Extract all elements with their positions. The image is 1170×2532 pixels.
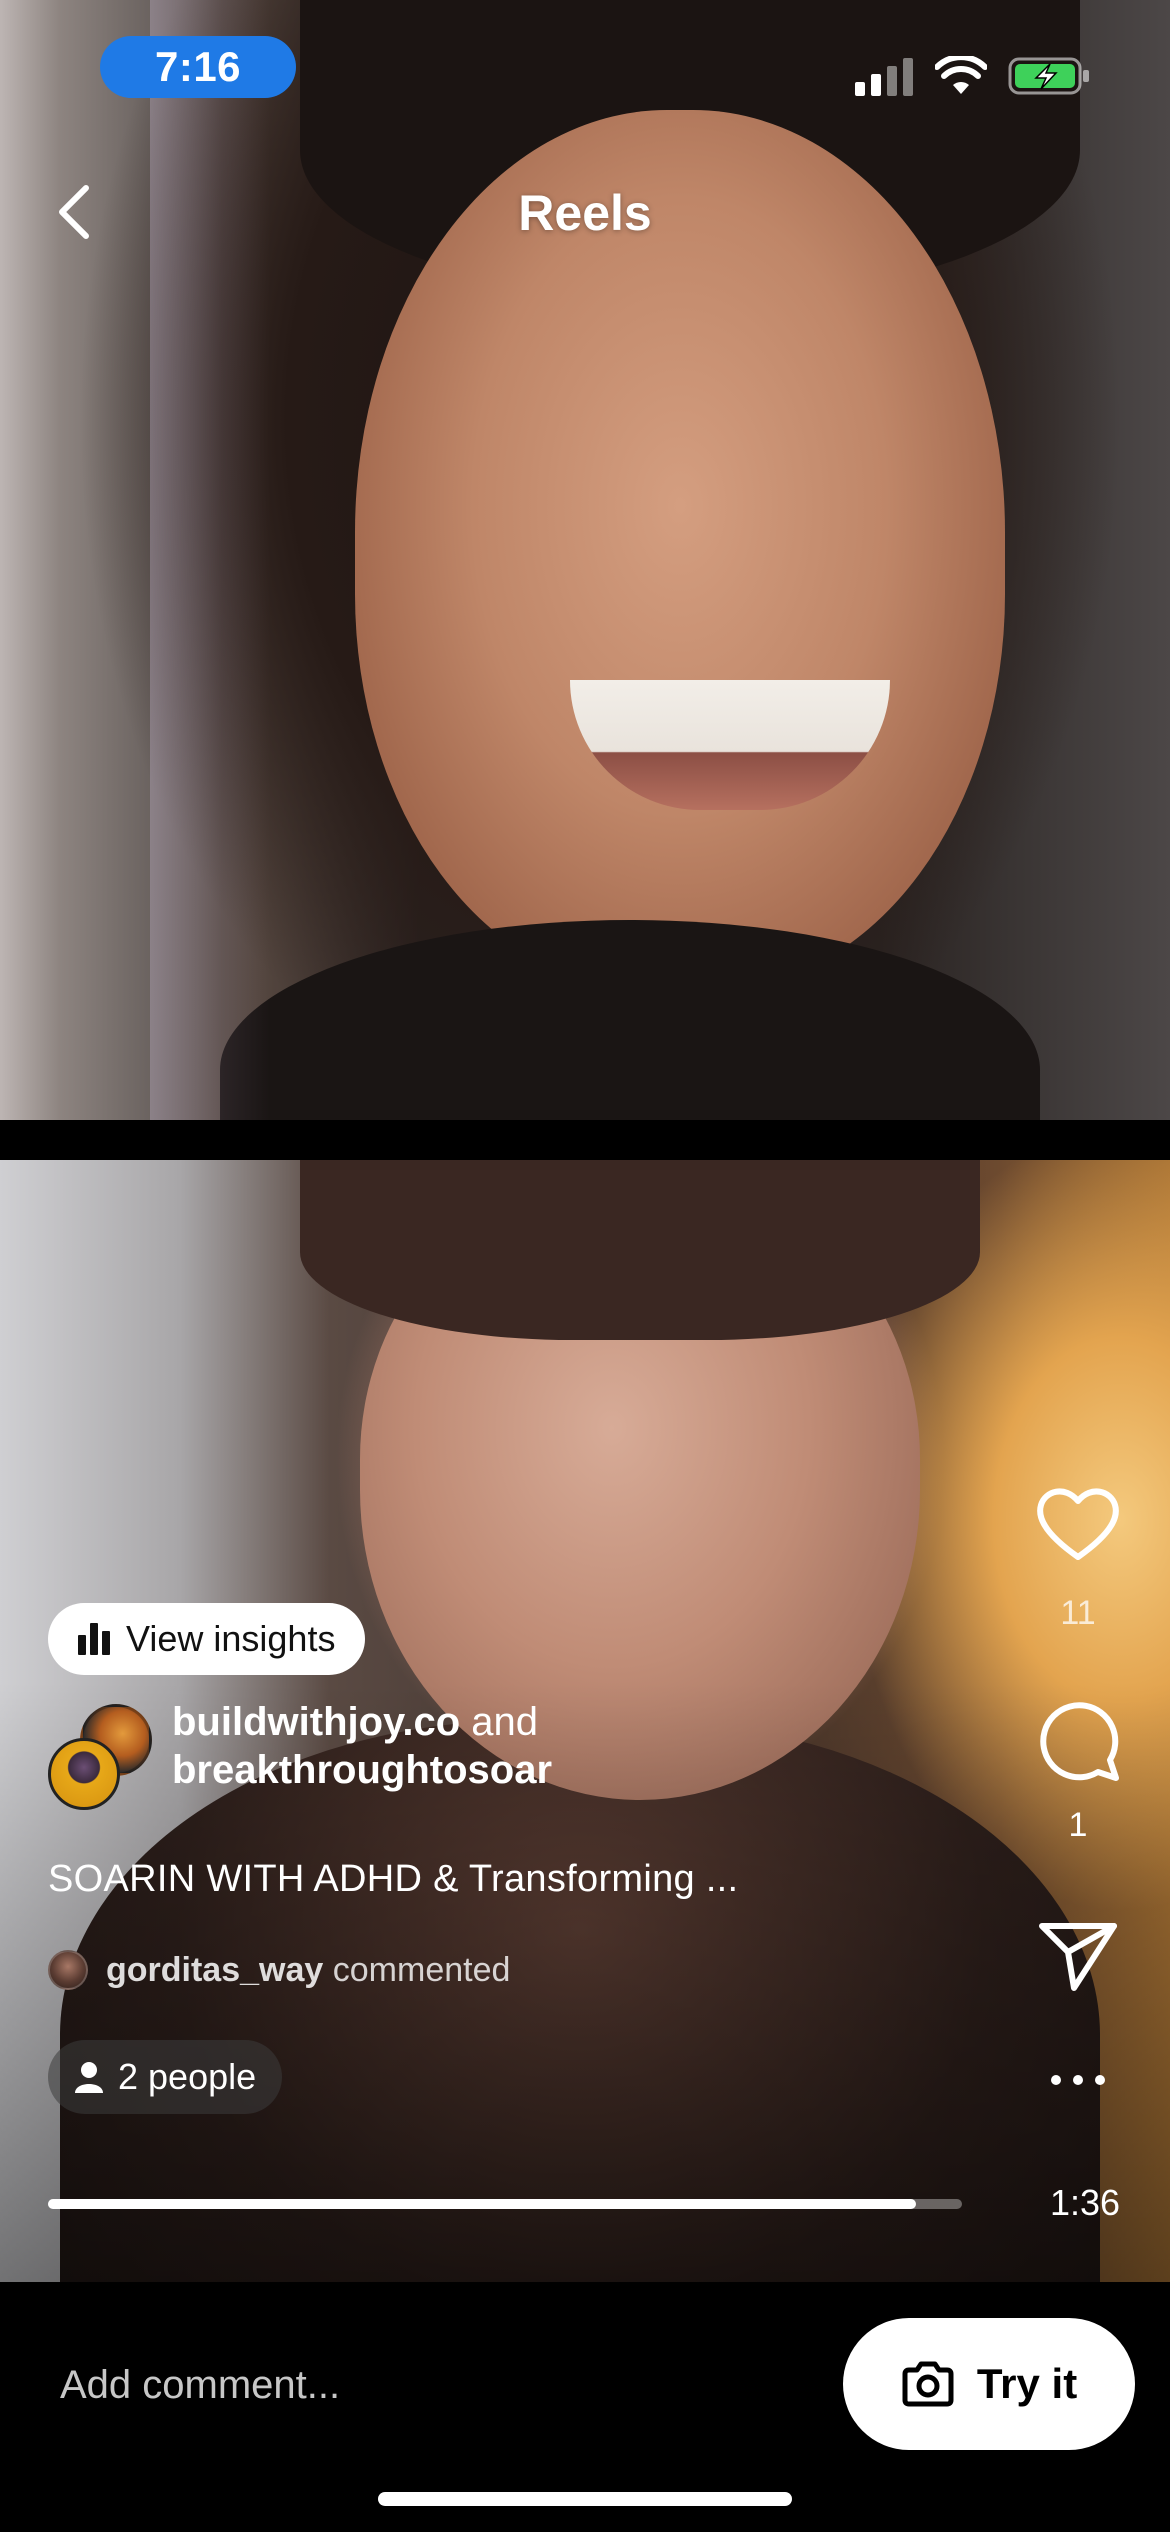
share-icon <box>1039 1923 1117 1991</box>
more-icon <box>1051 2075 1105 2085</box>
like-button[interactable] <box>1030 1476 1126 1572</box>
tagged-people-button[interactable]: 2 people <box>48 2040 283 2114</box>
like-count: 11 <box>1060 1594 1096 1632</box>
camera-icon <box>902 2361 954 2407</box>
comment-count: 1 <box>1068 1806 1088 1844</box>
add-comment-input[interactable] <box>60 2355 820 2415</box>
view-insights-button[interactable]: View insights <box>48 1603 366 1675</box>
progress-bar[interactable] <box>48 2199 962 2209</box>
progress-fill <box>48 2199 917 2209</box>
video-duration: 1:36 <box>1049 2182 1121 2223</box>
insights-icon <box>78 1623 110 1655</box>
commenter-action: commented <box>332 1950 511 1989</box>
page-title: Reels <box>518 185 652 241</box>
heart-icon <box>1037 1488 1119 1560</box>
share-button[interactable] <box>1030 1908 1126 2004</box>
people-label: 2 people <box>118 2056 257 2097</box>
collab-avatars[interactable] <box>48 1704 154 1810</box>
video-pane-top[interactable] <box>0 0 1170 1120</box>
reel-authors[interactable]: buildwithjoy.co and breakthroughtosoar <box>172 1698 552 1794</box>
split-divider <box>0 1120 1170 1160</box>
author-joiner: and <box>471 1700 538 1744</box>
avatar-buildwithjoy <box>48 1738 120 1810</box>
battery-icon <box>1008 57 1089 95</box>
status-time: 7:16 <box>100 36 296 98</box>
home-indicator <box>378 2492 792 2506</box>
comment-icon <box>1040 1702 1119 1781</box>
try-it-label: Try it <box>976 2360 1078 2407</box>
commenter-username: gorditas_way <box>106 1950 324 1989</box>
more-button[interactable] <box>1030 2032 1126 2128</box>
signal-icon <box>855 58 915 96</box>
view-insights-label: View insights <box>126 1618 336 1659</box>
person-icon <box>75 2062 103 2093</box>
author-primary[interactable]: buildwithjoy.co <box>172 1700 460 1744</box>
wifi-icon <box>935 56 987 94</box>
commenter-avatar <box>48 1950 88 1990</box>
reel-caption[interactable]: SOARIN WITH ADHD & Transforming ... <box>48 1858 738 1901</box>
author-secondary[interactable]: breakthroughtosoar <box>172 1748 552 1792</box>
try-it-button[interactable]: Try it <box>843 2318 1135 2450</box>
comment-button[interactable] <box>1030 1692 1126 1788</box>
recent-commenter[interactable]: gorditas_way commented <box>48 1950 510 1990</box>
